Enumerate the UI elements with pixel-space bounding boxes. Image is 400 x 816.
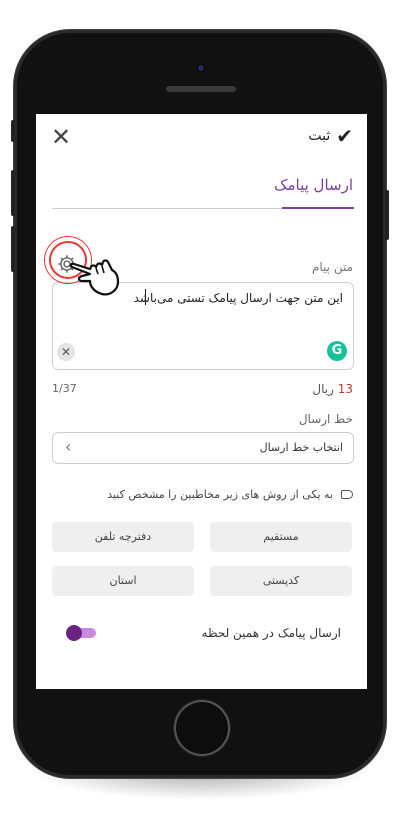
top-bar: ✕ ✔ ثبت bbox=[36, 114, 367, 158]
recipients-instruction: به یکی از روش های زیر مخاطبین را مشخص کن… bbox=[107, 488, 353, 501]
pointer-hand-icon bbox=[69, 259, 120, 296]
chevron-left-icon: ‹ bbox=[65, 437, 72, 456]
recipient-option-direct[interactable]: مستقیم bbox=[210, 522, 352, 552]
character-counter: 1/37 bbox=[52, 382, 77, 395]
confirm-label: ثبت bbox=[308, 128, 331, 144]
app-screen: ✕ ✔ ثبت ارسال پیامک متن پیام این متن جهت… bbox=[36, 114, 367, 689]
text-cursor bbox=[145, 289, 146, 305]
recipients-instruction-text: به یکی از روش های زیر مخاطبین را مشخص کن… bbox=[107, 488, 333, 501]
title-divider bbox=[52, 207, 354, 209]
message-text: این متن جهت ارسال پیامک تستی می‌باشد bbox=[133, 291, 343, 305]
price-value: 13 bbox=[337, 382, 353, 396]
clear-message-button[interactable]: ✕ bbox=[57, 343, 75, 361]
check-icon: ✔ bbox=[336, 124, 353, 148]
phone-power-button bbox=[385, 190, 389, 240]
confirm-button[interactable]: ✔ ثبت bbox=[308, 126, 353, 146]
phone-mute-switch bbox=[11, 120, 15, 142]
recipient-option-postal-code[interactable]: کدپستی bbox=[210, 566, 352, 596]
message-label: متن پیام bbox=[311, 260, 353, 274]
clear-icon: ✕ bbox=[60, 345, 72, 359]
send-now-label: ارسال پیامک در همین لحظه bbox=[201, 626, 341, 640]
recipient-option-phonebook[interactable]: دفترچه تلفن bbox=[52, 522, 194, 552]
recipient-option-province[interactable]: استان bbox=[52, 566, 194, 596]
page-title: ارسال پیامک bbox=[274, 176, 353, 194]
earpiece-speaker bbox=[166, 86, 236, 92]
send-now-row: ارسال پیامک در همین لحظه bbox=[36, 620, 367, 648]
send-line-label: خط ارسال bbox=[298, 412, 353, 426]
send-line-placeholder: انتخاب خط ارسال bbox=[259, 441, 343, 454]
front-camera bbox=[196, 63, 206, 73]
send-now-toggle[interactable] bbox=[66, 625, 96, 641]
close-button[interactable]: ✕ bbox=[50, 123, 72, 151]
toggle-knob bbox=[66, 625, 82, 641]
phone-volume-down bbox=[11, 226, 15, 272]
close-icon: ✕ bbox=[50, 123, 72, 151]
home-button[interactable] bbox=[174, 700, 230, 756]
tag-icon bbox=[341, 490, 353, 499]
send-line-select[interactable]: ‹ انتخاب خط ارسال bbox=[52, 432, 354, 464]
title-underline bbox=[282, 207, 354, 209]
phone-volume-up bbox=[11, 170, 15, 216]
sms-price: 13 ریال bbox=[312, 382, 353, 396]
price-unit: ریال bbox=[312, 382, 334, 396]
grammarly-icon[interactable]: G bbox=[327, 341, 347, 361]
